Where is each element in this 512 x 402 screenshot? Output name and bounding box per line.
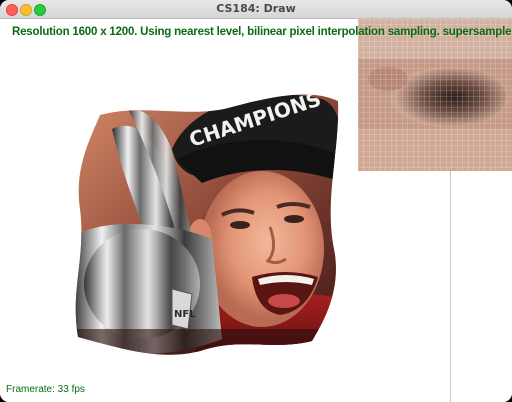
framerate-text: Framerate: 33 fps	[6, 384, 85, 395]
window-title: CS184: Draw	[216, 2, 296, 15]
status-text: Resolution 1600 x 1200. Using nearest le…	[12, 26, 512, 38]
draw-canvas[interactable]: CHAMPIONS NFL Resolution 1600 x 1200. Us…	[0, 19, 512, 402]
title-bar[interactable]: CS184: Draw	[0, 0, 512, 19]
warped-texture-image[interactable]: CHAMPIONS NFL	[72, 89, 344, 359]
zoom-divider-line	[450, 171, 451, 402]
trophy-nfl-text: NFL	[174, 309, 196, 320]
zoom-inspector	[358, 19, 512, 171]
app-window: CS184: Draw CHAMPIONS NFL Resolution 160…	[0, 0, 512, 402]
